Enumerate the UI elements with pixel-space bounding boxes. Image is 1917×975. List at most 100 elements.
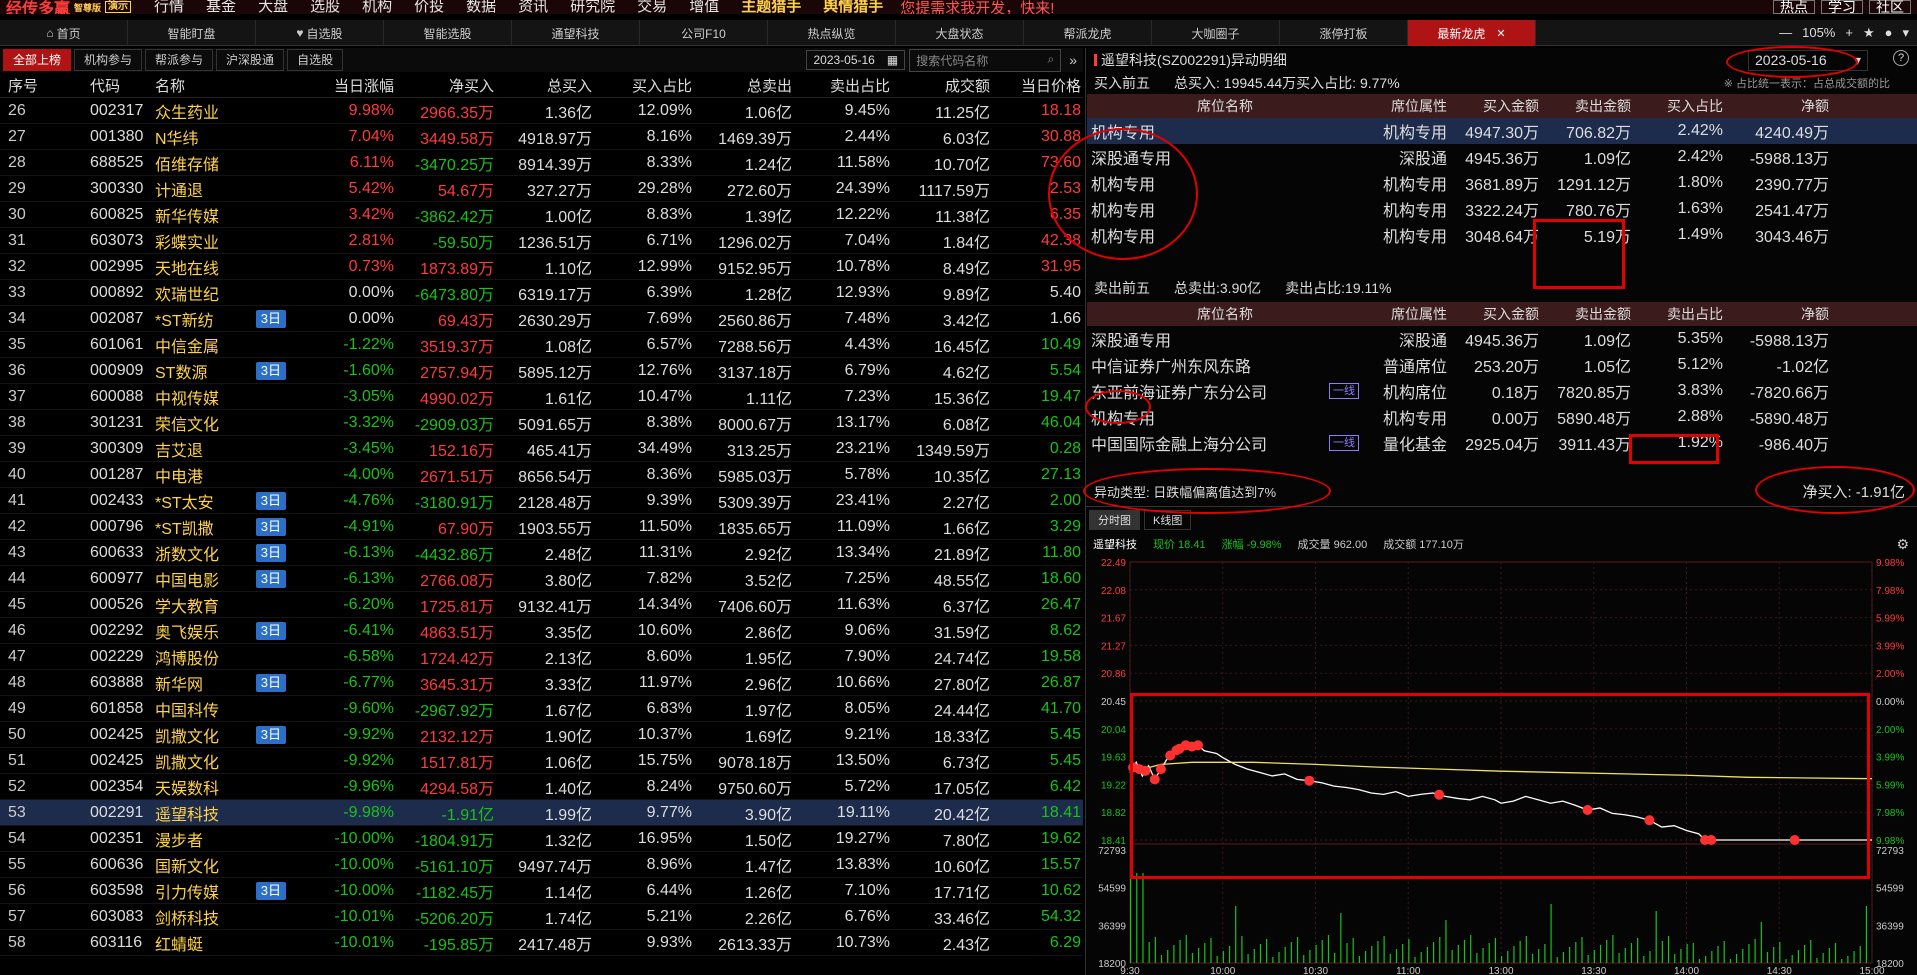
stock-name[interactable]: 中电港 (155, 463, 203, 487)
table-row[interactable]: 31 603073 彩蝶实业 2.81% -59.50万 1236.51万 6.71% 129… (0, 228, 1083, 254)
table-row[interactable]: 54 002351 漫步者 -10.00% -1804.91万 1.32亿 16.95% 1.… (0, 826, 1083, 852)
filter-button[interactable]: 帮派参与 (145, 49, 214, 71)
top-right-button[interactable]: 社区 (1869, 0, 1911, 14)
table-row[interactable]: 53 002291 遥望科技 -9.98% -1.91亿 1.99亿 9.77% 3.90亿 1… (0, 800, 1083, 826)
table-row[interactable]: 33 000892 欢瑞世纪 0.00% -6473.80万 6319.17万 6.39% 1… (0, 280, 1083, 306)
table-row[interactable]: 47 002229 鸿博股份 -6.58% 1724.42万 2.13亿 8.60% 1.95… (0, 644, 1083, 670)
menu-item-hot[interactable]: 舆情猎手 (812, 0, 894, 14)
table-row[interactable]: 41 002433 *ST太安 3日 -4.76% -3180.91万 2128.48万 9.… (0, 488, 1083, 514)
tab-item[interactable]: 大盘状态 (896, 20, 1024, 46)
tab-item[interactable]: 智能选股 (384, 20, 512, 46)
stock-name[interactable]: 新华传媒 (155, 203, 219, 227)
seat-row[interactable]: 中国国际金融上海分公司 一线 量化基金 2925.04万 3911.43万 1.92% -9… (1087, 430, 1917, 456)
table-row[interactable]: 56 603598 引力传媒 3日 -10.00% -1182.45万 1.14亿 6.44%… (0, 878, 1083, 904)
table-row[interactable]: 26 002317 众生药业 9.98% 2966.35万 1.36亿 12.09% 1.06… (0, 98, 1083, 124)
seat-name[interactable]: 中国国际金融上海分公司 (1091, 431, 1267, 455)
filter-button[interactable]: 全部上榜 (3, 49, 72, 71)
stock-name[interactable]: 天娱数科 (155, 775, 219, 799)
stock-name[interactable]: 新华网 (155, 671, 203, 695)
tab-item[interactable]: 大咖圈子 (1152, 20, 1280, 46)
table-row[interactable]: 43 600633 浙数文化 3日 -6.13% -4432.86万 2.48亿 11.31%… (0, 540, 1083, 566)
stock-name[interactable]: 荣信文化 (155, 411, 219, 435)
stock-name[interactable]: 漫步者 (155, 827, 203, 851)
stock-name[interactable]: 红蜻蜓 (155, 931, 203, 955)
menu-item-hot[interactable]: 主题猎手 (730, 0, 812, 14)
menu-item[interactable]: 机构 (351, 0, 403, 14)
column-header[interactable]: 当日价格 (990, 75, 1083, 96)
stock-name[interactable]: 学大教育 (155, 593, 219, 617)
menu-item[interactable]: 增值 (678, 0, 730, 14)
seat-row[interactable]: 深股通专用 深股通 4945.36万 1.09亿 2.42% -5988.13万 (1087, 144, 1917, 170)
table-row[interactable]: 46 002292 奥飞娱乐 3日 -6.41% 4863.51万 3.35亿 10.60% 2… (0, 618, 1083, 644)
plus-icon[interactable]: + (1845, 25, 1853, 40)
stock-name[interactable]: 众生药业 (155, 99, 219, 123)
stock-name[interactable]: *ST太安 (155, 489, 214, 513)
tab-item[interactable]: ⌂ 首页 (0, 20, 128, 46)
stock-name[interactable]: 彩蝶实业 (155, 229, 219, 253)
tab-item[interactable]: 智能盯盘 (128, 20, 256, 46)
expand-icon[interactable]: » (1069, 52, 1077, 68)
table-row[interactable]: 34 002087 *ST新纺 3日 0.00% 69.43万 2630.29万 7.69% 2… (0, 306, 1083, 332)
seat-row[interactable]: 中信证券广州东风东路 普通席位 253.20万 1.05亿 5.12% -1.02亿 (1087, 352, 1917, 378)
seat-name[interactable]: 中信证券广州东风东路 (1091, 353, 1251, 377)
table-row[interactable]: 45 000526 学大教育 -6.20% 1725.81万 9132.41万 14.34%… (0, 592, 1083, 618)
table-row[interactable]: 52 002354 天娱数科 -9.96% 4294.58万 1.40亿 8.24% 9750… (0, 774, 1083, 800)
table-row[interactable]: 40 001287 中电港 -4.00% 2671.51万 8656.54万 8.36% 59… (0, 462, 1083, 488)
stock-name[interactable]: 遥望科技 (155, 801, 219, 825)
column-header[interactable]: 名称 (152, 75, 294, 96)
stock-name[interactable]: 剑桥科技 (155, 905, 219, 929)
column-header[interactable]: 成交额 (890, 75, 990, 96)
table-row[interactable]: 57 603083 剑桥科技 -10.01% -5206.20万 1.74亿 5.21% 2.… (0, 904, 1083, 930)
stock-name[interactable]: N华纬 (155, 125, 199, 149)
seat-row[interactable]: 机构专用 机构专用 3681.89万 1291.12万 1.80% 2390.77万 (1087, 170, 1917, 196)
table-row[interactable]: 55 600636 国新文化 -10.00% -5161.10万 9497.74万 8.96… (0, 852, 1083, 878)
menu-item[interactable]: 数据 (455, 0, 507, 14)
table-row[interactable]: 30 600825 新华传媒 3.42% -3862.42万 1.00亿 8.83% 1.39… (0, 202, 1083, 228)
stock-name[interactable]: 凯撒文化 (155, 749, 219, 773)
tab-item[interactable]: 热点纵览 (768, 20, 896, 46)
tab-item[interactable]: 通望科技 (512, 20, 640, 46)
column-header[interactable]: 当日涨幅 (294, 75, 394, 96)
slogan[interactable]: 您提需求我开发，快来! (900, 0, 1054, 14)
table-row[interactable]: 42 000796 *ST凯撒 3日 -4.91% 67.90万 1903.55万 11.50… (0, 514, 1083, 540)
seat-row[interactable]: 深股通专用 深股通 4945.36万 1.09亿 5.35% -5988.13万 (1087, 326, 1917, 352)
table-row[interactable]: 29 300330 计通退 5.42% 54.67万 327.27万 29.28% 272.6… (0, 176, 1083, 202)
tab-item[interactable]: 最新龙虎 ✕ (1408, 20, 1536, 46)
help-icon[interactable]: ? (1893, 50, 1909, 66)
stock-name[interactable]: *ST新纺 (155, 307, 214, 331)
column-header[interactable]: 总买入 (494, 75, 592, 96)
table-row[interactable]: 49 601858 中国科传 -9.60% -2967.92万 1.67亿 6.83% 1.9… (0, 696, 1083, 722)
menu-item[interactable]: 研究院 (559, 0, 626, 14)
chart-tab[interactable]: 分时图 (1089, 510, 1140, 530)
stock-name[interactable]: 中视传媒 (155, 385, 219, 409)
table-row[interactable]: 48 603888 新华网 3日 -6.77% 3645.31万 3.33亿 11.97% 2.… (0, 670, 1083, 696)
stock-name[interactable]: *ST凯撒 (155, 515, 214, 539)
table-row[interactable]: 28 688525 佰维存储 6.11% -3470.25万 8914.39万 8.33% 1… (0, 150, 1083, 176)
menu-item[interactable]: 选股 (299, 0, 351, 14)
table-row[interactable]: 44 600977 中国电影 3日 -6.13% 2766.08万 3.80亿 7.82% 3.… (0, 566, 1083, 592)
user-icon[interactable]: ● (1885, 25, 1893, 40)
tab-item[interactable]: 涨停打板 (1280, 20, 1408, 46)
tab-item[interactable]: ♥ 自选股 (256, 20, 384, 46)
table-row[interactable]: 37 600088 中视传媒 -3.05% 4990.02万 1.61亿 10.47% 1.1… (0, 384, 1083, 410)
column-header[interactable]: 卖出占比 (792, 75, 890, 96)
stock-name[interactable]: ST数源 (155, 359, 207, 383)
stock-name[interactable]: 吉艾退 (155, 437, 203, 461)
tab-item[interactable]: 帮派龙虎 (1024, 20, 1152, 46)
column-header[interactable]: 净买入 (394, 75, 494, 96)
seat-row[interactable]: 机构专用 机构专用 4947.30万 706.82万 2.42% 4240.49万 (1087, 118, 1917, 144)
stock-name[interactable]: 欢瑞世纪 (155, 281, 219, 305)
stock-name[interactable]: 鸿博股份 (155, 645, 219, 669)
date-picker[interactable]: 2023-05-16 ▦ (806, 50, 906, 70)
star-icon[interactable]: ★ (1863, 25, 1875, 41)
search-input[interactable]: 搜索代码名称 ⌕ (909, 48, 1062, 72)
table-row[interactable]: 38 301231 荣信文化 -3.32% -2909.03万 5091.65万 8.38%… (0, 410, 1083, 436)
table-row[interactable]: 58 603116 红蜻蜓 -10.01% -195.85万 2417.48万 9.93% 2… (0, 930, 1083, 956)
stock-name[interactable]: 浙数文化 (155, 541, 219, 565)
filter-button[interactable]: 机构参与 (74, 49, 143, 71)
table-row[interactable]: 27 001380 N华纬 7.04% 3449.58万 4918.97万 8.16% 146… (0, 124, 1083, 150)
stock-name[interactable]: 凯撒文化 (155, 723, 219, 747)
menu-item[interactable]: 价投 (403, 0, 455, 14)
menu-item[interactable]: 大盘 (247, 0, 299, 14)
stock-name[interactable]: 中国电影 (155, 567, 219, 591)
